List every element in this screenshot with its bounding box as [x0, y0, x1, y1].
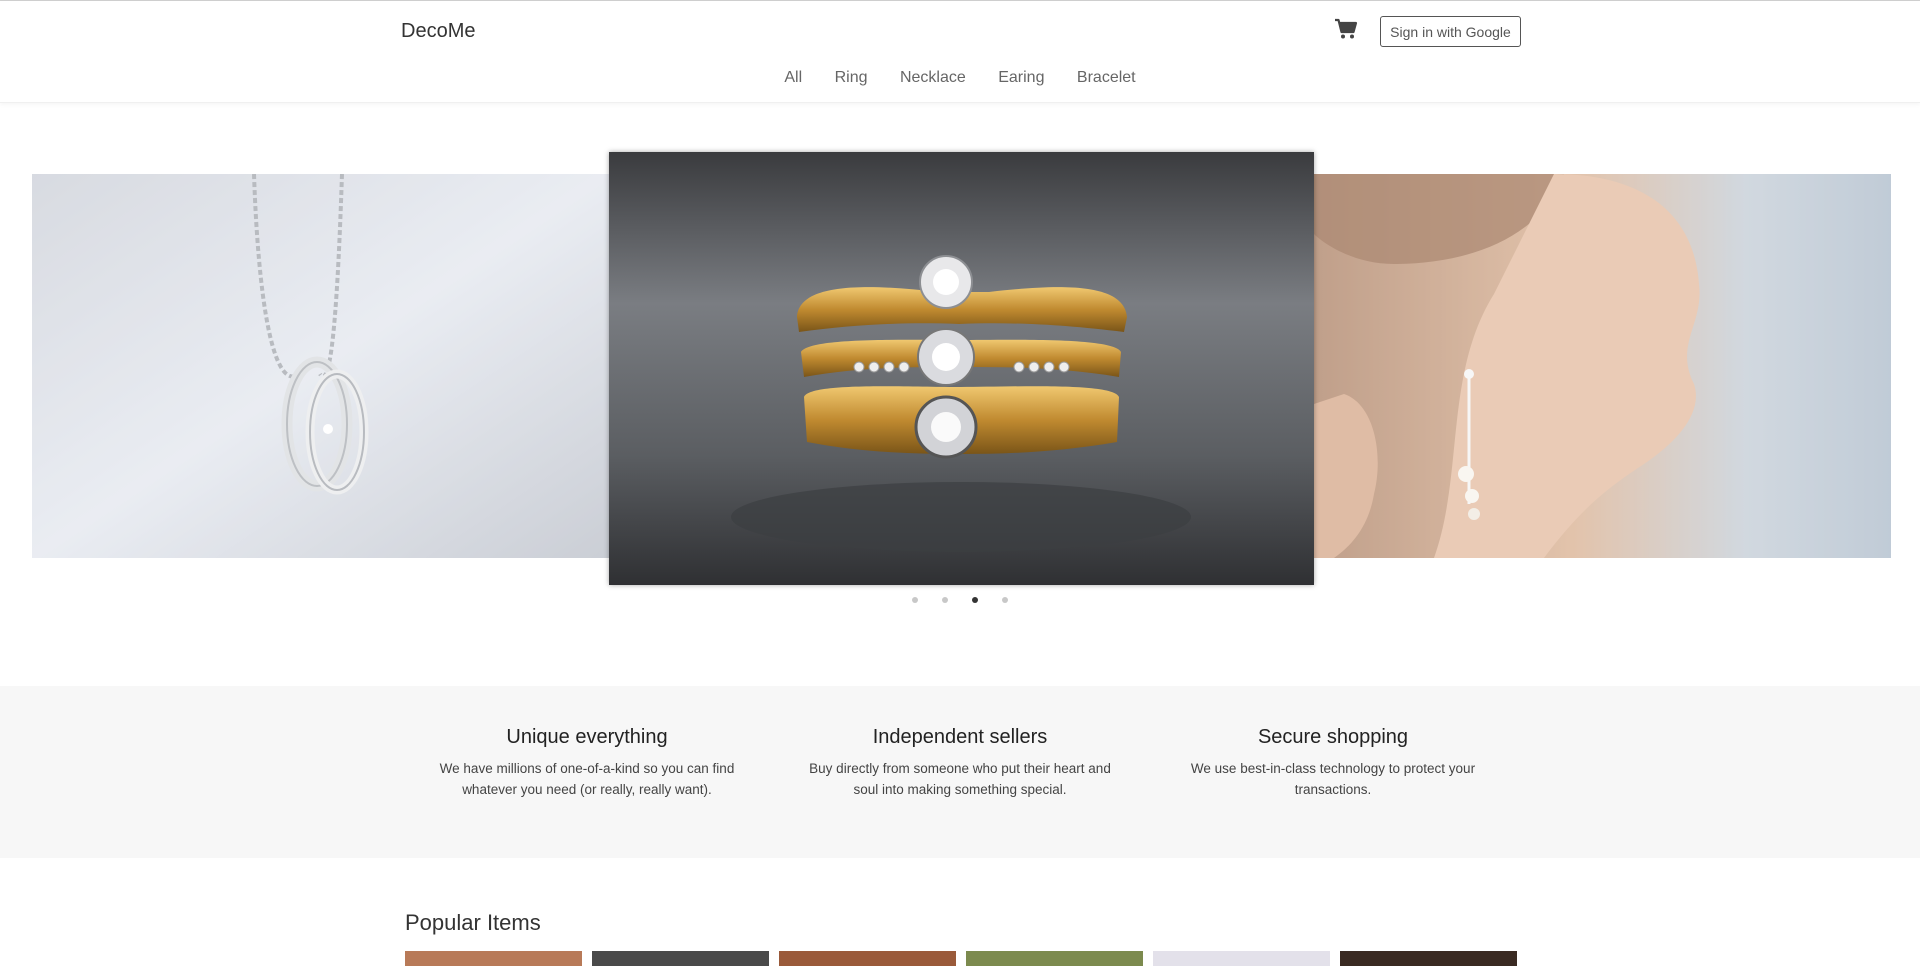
hero-carousel — [0, 103, 1920, 683]
feature-title: Unique everything — [506, 726, 668, 748]
feature-title: Secure shopping — [1257, 726, 1409, 748]
carousel-slide-rings[interactable] — [609, 152, 1314, 585]
category-necklace[interactable]: Necklace — [900, 69, 966, 86]
popular-item-thumb[interactable] — [405, 951, 582, 966]
silver-ring-necklace-image — [32, 174, 609, 558]
category-nav: All Ring Necklace Earing Bracelet — [0, 69, 1920, 87]
category-ring[interactable]: Ring — [835, 69, 868, 86]
carousel-slide-earring[interactable] — [1314, 174, 1891, 558]
features-section: Unique everything We have millions of on… — [0, 686, 1920, 858]
feature-title: Independent sellers — [872, 726, 1048, 748]
brand-logo[interactable]: DecoMe — [401, 20, 475, 43]
site-header: DecoMe Sign in with Google All Ring Neck… — [0, 1, 1920, 103]
popular-items-heading: Popular Items — [405, 910, 541, 935]
carousel-dot-3[interactable] — [972, 597, 978, 603]
popular-item-thumb[interactable] — [779, 951, 956, 966]
carousel-indicators — [0, 597, 1920, 603]
feature-text: We use best-in-class technology to prote… — [1190, 761, 1476, 797]
popular-item-thumb[interactable] — [1340, 951, 1517, 966]
category-earing[interactable]: Earing — [998, 69, 1044, 86]
woman-earring-image — [1314, 174, 1891, 558]
category-bracelet[interactable]: Bracelet — [1077, 69, 1136, 86]
shopping-cart-icon[interactable] — [1334, 18, 1358, 40]
gold-diamond-rings-image — [609, 152, 1314, 585]
category-all[interactable]: All — [784, 69, 802, 86]
carousel-dot-1[interactable] — [912, 597, 918, 603]
sign-in-google-button[interactable]: Sign in with Google — [1380, 16, 1521, 47]
carousel-dot-4[interactable] — [1002, 597, 1008, 603]
feature-secure: Secure shopping We use best-in-class tec… — [1168, 726, 1498, 800]
feature-unique: Unique everything We have millions of on… — [422, 726, 752, 800]
carousel-dot-2[interactable] — [942, 597, 948, 603]
popular-item-thumb[interactable] — [1153, 951, 1330, 966]
carousel-slide-necklace[interactable] — [32, 174, 609, 558]
popular-item-thumb[interactable] — [966, 951, 1143, 966]
feature-sellers: Independent sellers Buy directly from so… — [795, 726, 1125, 800]
feature-text: Buy directly from someone who put their … — [809, 761, 1111, 797]
feature-text: We have millions of one-of-a-kind so you… — [439, 761, 735, 797]
popular-item-thumb[interactable] — [592, 951, 769, 966]
